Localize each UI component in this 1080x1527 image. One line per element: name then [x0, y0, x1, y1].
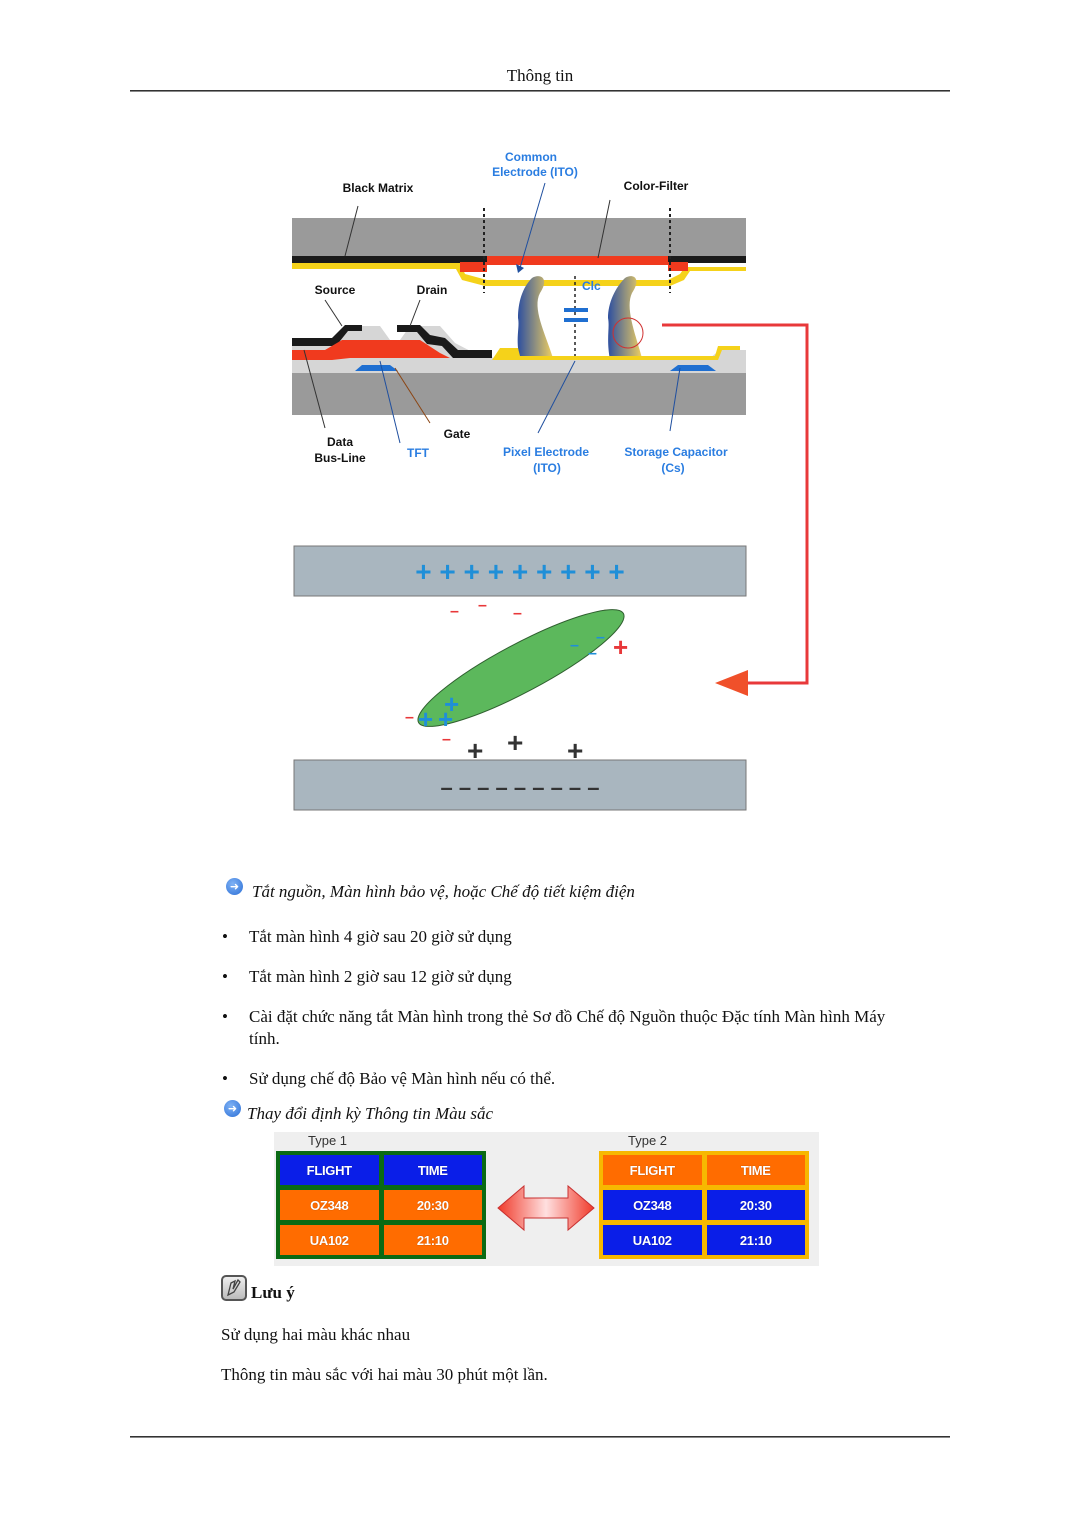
type2-cell: TIME [706, 1155, 805, 1185]
type1-cell: 21:10 [383, 1225, 482, 1255]
black-matrix-left [292, 256, 487, 263]
svg-text:+: + [507, 727, 523, 758]
signal-arrow-head [715, 670, 748, 696]
label-pixel-electrode: Pixel Electrode [503, 445, 589, 459]
note-text: Sử dụng hai màu khác nhau [221, 1325, 411, 1344]
label-drain: Drain [417, 283, 448, 297]
note-pencil-icon [221, 1275, 247, 1301]
type2-cell: 21:10 [706, 1225, 805, 1255]
note-label: Lưu ý [251, 1283, 295, 1302]
list-item: Tắt màn hình 4 giờ sau 20 giờ sử dụng [222, 926, 902, 948]
label-source: Source [315, 283, 356, 297]
top-substrate [292, 218, 746, 260]
power-tips-list: Tắt màn hình 4 giờ sau 20 giờ sử dụng Tắ… [222, 926, 902, 1108]
label-common-electrode: Common [505, 150, 557, 164]
arrow-right-circle-icon: ➜ [226, 877, 243, 895]
svg-text:–: – [442, 731, 451, 748]
color-filter-layer [487, 256, 668, 265]
svg-text:–: – [513, 605, 522, 622]
label-data-bus-line-2: Bus-Line [314, 451, 366, 465]
note-text: Thông tin màu sắc với hai màu 30 phút mộ… [221, 1365, 548, 1384]
storage-capacitor-electrode [670, 365, 716, 371]
list-item: Sử dụng chế độ Bảo vệ Màn hình nếu có th… [222, 1068, 902, 1090]
svg-text:–: – [596, 629, 605, 646]
label-storage-capacitor-2: (Cs) [661, 461, 684, 475]
type2-board: FLIGHT TIME OZ348 20:30 UA102 21:10 [599, 1151, 809, 1259]
section-heading-text: Thay đổi định kỳ Thông tin Màu sắc [247, 1104, 494, 1123]
label-pixel-electrode-2: (ITO) [533, 461, 561, 475]
svg-text:+: + [613, 632, 628, 662]
lc-cluster-left [517, 276, 553, 360]
type2-cell: 20:30 [706, 1190, 805, 1220]
label-gate: Gate [444, 427, 471, 441]
color-type-figure: Type 1 Type 2 FLIGHT TIME OZ348 20:30 UA… [274, 1132, 819, 1266]
label-common-electrode-2: Electrode (ITO) [492, 165, 578, 179]
type1-cell: TIME [383, 1155, 482, 1185]
label-clc: Clc [582, 279, 601, 293]
swap-double-arrow-icon [497, 1184, 595, 1232]
type2-label: Type 2 [628, 1133, 668, 1148]
footer-divider [130, 1436, 950, 1438]
svg-text:–: – [588, 645, 597, 662]
label-black-matrix: Black Matrix [343, 181, 414, 195]
type2-cell: OZ348 [603, 1190, 702, 1220]
type1-cell: FLIGHT [280, 1155, 379, 1185]
section-heading-color-change: ➜ Thay đổi định kỳ Thông tin Màu sắc [224, 1099, 494, 1124]
label-tft: TFT [407, 446, 430, 460]
type1-cell: OZ348 [280, 1190, 379, 1220]
section-heading-text: Tắt nguồn, Màn hình bảo vệ, hoặc Chế độ … [252, 882, 635, 901]
label-storage-capacitor: Storage Capacitor [624, 445, 728, 459]
type1-label: Type 1 [308, 1133, 348, 1148]
svg-text:–: – [570, 637, 579, 654]
svg-text:–: – [478, 597, 487, 614]
top-plate-charges: + + + + + + + + + [415, 556, 624, 587]
arrow-right-circle-icon: ➜ [224, 1099, 241, 1117]
svg-text:+: + [438, 704, 453, 734]
lcd-structure-diagram: Common Electrode (ITO) Black Matrix Colo… [270, 128, 830, 828]
type1-board: FLIGHT TIME OZ348 20:30 UA102 21:10 [276, 1151, 486, 1259]
list-item: Tắt màn hình 2 giờ sau 12 giờ sử dụng [222, 966, 902, 988]
black-matrix-right [668, 256, 746, 263]
bottom-plate-charges: – – – – – – – – – [440, 775, 599, 800]
svg-text:–: – [405, 709, 414, 726]
type2-cell: FLIGHT [603, 1155, 702, 1185]
page-header-title: Thông tin [506, 66, 574, 85]
label-data-bus-line: Data [327, 435, 353, 449]
svg-text:+: + [418, 704, 433, 734]
svg-text:–: – [450, 603, 459, 620]
section-heading-power-off: ➜ Tắt nguồn, Màn hình bảo vệ, hoặc Chế đ… [226, 877, 635, 902]
label-color-filter: Color-Filter [624, 179, 689, 193]
list-item: Cài đặt chức năng tắt Màn hình trong thẻ… [222, 1006, 902, 1050]
note-block: Lưu ý [221, 1275, 295, 1302]
header-divider [130, 90, 950, 92]
type1-cell: UA102 [280, 1225, 379, 1255]
type1-cell: 20:30 [383, 1190, 482, 1220]
type2-cell: UA102 [603, 1225, 702, 1255]
